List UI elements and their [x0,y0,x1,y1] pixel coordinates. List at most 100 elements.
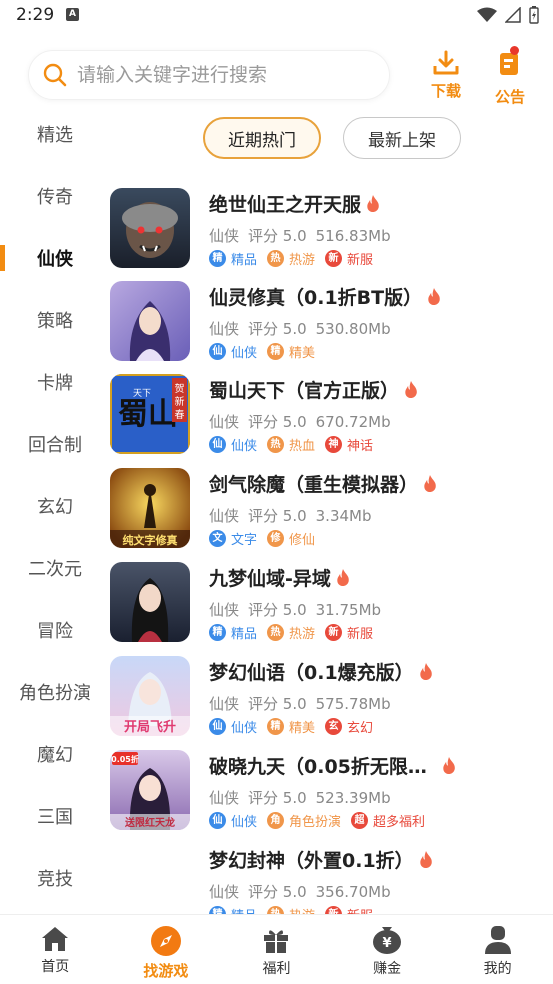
nav-find-games[interactable]: 找游戏 [111,915,222,984]
sidebar-item-xuanhuan[interactable]: 玄幻 [0,475,110,537]
sidebar-item-sanguo[interactable]: 三国 [0,785,110,847]
game-tags: 精精品 热热游 新新服 [209,905,373,914]
hot-flame-icon [419,662,432,681]
game-title[interactable]: 蜀山天下（官方正版） [209,376,419,403]
game-category: 仙侠 [209,507,240,525]
tag-label: 热游 [289,627,316,642]
tag-label: 神话 [347,439,374,454]
sidebar-item-chuanqi[interactable]: 传奇 [0,165,110,227]
nav-home[interactable]: 首页 [0,915,111,984]
sidebar-item-huihezhi[interactable]: 回合制 [0,413,110,475]
game-meta: 仙侠 评分 5.0 670.72Mb [209,411,400,432]
thumb-text: 蜀山 [118,397,178,432]
filter-hot-button[interactable]: 近期热门 [203,117,321,159]
filter-chips: 近期热门 最新上架 [203,117,461,159]
game-thumbnail[interactable] [110,188,190,268]
notice-badge [510,46,519,55]
game-thumbnail[interactable] [110,281,190,361]
game-rating: 评分 5.0 [248,601,307,619]
tag-icon: 神 [325,436,343,453]
game-title[interactable]: 仙灵修真（0.1折BT版） [209,283,442,310]
game-list-item[interactable]: 绝世仙王之开天服 仙侠 评分 5.0 516.83Mb 精精品 热热游 新新服 [110,188,553,281]
game-rating: 评分 5.0 [248,507,307,525]
tag-label: 新服 [347,253,374,268]
tag-icon: 精 [267,343,285,360]
thumb-text: 春 [175,409,185,421]
game-tag: 仙仙侠 [209,717,257,736]
hot-flame-icon [367,194,379,213]
game-tag: 修修仙 [267,529,315,548]
game-tags: 精精品 热热游 新新服 [209,249,373,268]
svg-text:¥: ¥ [383,936,392,951]
game-thumbnail[interactable]: 纯文字修真 [110,468,190,548]
sidebar-item-mohuan[interactable]: 魔幻 [0,723,110,785]
game-meta: 仙侠 评分 5.0 530.80Mb [209,318,400,339]
nav-profile[interactable]: 我的 [442,915,553,984]
game-rating: 评分 5.0 [248,695,307,713]
nav-find-games-label: 找游戏 [143,962,189,980]
game-title-text: 绝世仙王之开天服 [209,194,362,216]
game-size: 523.39Mb [315,789,391,807]
tag-label: 精品 [231,905,257,914]
hot-flame-icon [424,474,436,493]
game-tag: 新新服 [325,249,373,268]
game-list-item[interactable]: 仙灵修真（0.1折BT版） 仙侠 评分 5.0 530.80Mb 仙 仙侠 精精美 [110,281,553,374]
game-title[interactable]: 剑气除魔（重生模拟器） [209,470,438,497]
sidebar-item-juesebanyan[interactable]: 角色扮演 [0,661,110,723]
game-thumbnail[interactable] [110,562,190,642]
game-category: 仙侠 [209,789,240,807]
tag-icon: 玄 [325,718,343,735]
download-button[interactable]: 下载 [424,50,468,101]
search-input[interactable] [77,64,367,86]
game-list-item[interactable]: 0.05折 送限红天龙 破晓九天（0.05折无限… 仙侠 评分 5.0 523.39M… [110,750,553,843]
game-list-item[interactable]: 开局飞升 梦幻仙语（0.1爆充版） 仙侠 评分 5.0 575.78Mb 仙仙侠 精… [110,656,553,749]
thumb-text: 送限红天龙 [124,816,175,829]
thumb-text: 纯文字修真 [123,533,178,547]
sidebar-item-erciyuan[interactable]: 二次元 [0,537,110,599]
game-tag: 新新服 [325,623,373,642]
sidebar-item-kapai[interactable]: 卡牌 [0,351,110,413]
tag-icon: 仙 [209,343,226,360]
game-list-item[interactable]: 纯文字修真 剑气除魔（重生模拟器） 仙侠 评分 5.0 3.34Mb 文文字 修修仙 [110,468,553,561]
game-list-item[interactable]: 蜀山 天下贺新春 蜀山天下（官方正版） 仙侠 评分 5.0 670.72Mb 仙仙侠 … [110,374,553,467]
game-title-text: 仙灵修真（0.1折BT版） [209,287,423,309]
tag-icon: 仙 [209,718,226,735]
search-box[interactable] [28,50,390,100]
nav-welfare[interactable]: 福利 [221,915,332,984]
game-rating: 评分 5.0 [248,413,307,431]
sidebar-item-celue[interactable]: 策略 [0,289,110,351]
sidebar-item-xianxia[interactable]: 仙侠 [0,227,110,289]
tag-icon: 热 [267,436,285,453]
game-tag: 热热游 [267,623,315,642]
game-list-item[interactable]: 九梦仙域-异域 仙侠 评分 5.0 31.75Mb 精精品 热热游 新新服 [110,562,553,655]
game-title-text: 梦幻仙语（0.1爆充版） [209,662,414,684]
tag-label: 精品 [231,253,258,268]
game-title[interactable]: 绝世仙王之开天服 [209,190,381,217]
tag-icon: 精 [209,906,226,914]
game-title[interactable]: 九梦仙域-异域 [209,564,351,591]
game-thumbnail[interactable]: 蜀山 天下 贺新春 [110,374,190,454]
nav-earn[interactable]: ¥ 赚金 [332,915,443,984]
game-title[interactable]: 破晓九天（0.05折无限… [209,752,457,779]
tag-icon: 热 [267,624,285,641]
sidebar-item-maoxian[interactable]: 冒险 [0,599,110,661]
game-thumbnail[interactable]: 0.05折 送限红天龙 [110,750,190,830]
sidebar-item-jingxuan[interactable]: 精选 [0,103,110,165]
notice-button[interactable]: 公告 [488,46,532,107]
tag-label: 角色扮演 [289,815,342,830]
thumb-text: 贺 [175,383,185,395]
signal-icon [505,7,521,23]
tag-icon: 新 [325,624,343,641]
filter-new-button[interactable]: 最新上架 [343,117,461,159]
game-tags: 仙仙侠 角角色扮演 超超多福利 [209,811,425,830]
game-tags: 精精品 热热游 新新服 [209,623,373,642]
tag-label: 精美 [289,346,316,361]
game-list-item[interactable]: 梦幻封神（外置0.1折） 仙侠评分 5.0 356.70Mb 精精品 热热游 新新… [110,844,553,914]
sidebar-item-jingji[interactable]: 竞技 [0,847,110,909]
game-rating: 评分 5.0 [248,227,307,245]
game-thumbnail[interactable]: 开局飞升 [110,656,190,736]
notice-icon [500,53,518,75]
game-category: 仙侠 [209,320,240,338]
game-title[interactable]: 梦幻封神（外置0.1折） [209,846,434,873]
game-title[interactable]: 梦幻仙语（0.1爆充版） [209,658,434,685]
